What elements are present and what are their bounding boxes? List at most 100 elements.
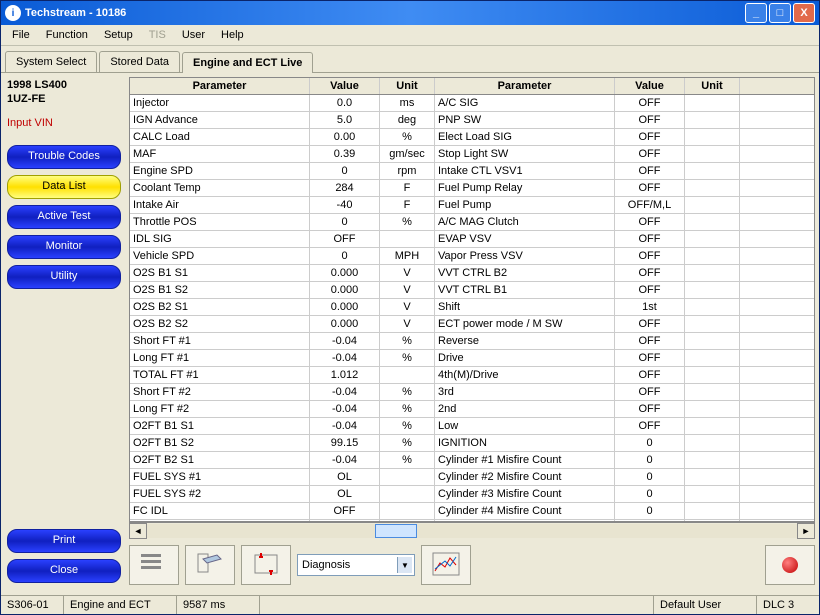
data-row[interactable]: O2FT B2 S1-0.04%Cylinder #1 Misfire Coun…	[130, 452, 814, 469]
close-button[interactable]: Close	[7, 559, 121, 583]
col-unit[interactable]: Unit	[380, 78, 435, 94]
param-unit	[380, 520, 435, 522]
param-name: FUEL SYS #1	[130, 469, 310, 485]
list-view-button[interactable]	[129, 545, 179, 585]
maximize-button[interactable]: □	[769, 3, 791, 23]
data-row[interactable]: Intake Air-40FFuel PumpOFF/M,L	[130, 197, 814, 214]
param-unit	[685, 520, 740, 522]
param-name: O2FT B2 S1	[130, 452, 310, 468]
param-unit: ms	[380, 95, 435, 111]
param-name: Fuel Pump Relay	[435, 180, 615, 196]
tab-engine-and-ect-live[interactable]: Engine and ECT Live	[182, 52, 313, 73]
horizontal-scrollbar[interactable]: ◄ ►	[129, 522, 815, 539]
data-row[interactable]: Coolant Temp284FFuel Pump RelayOFF	[130, 180, 814, 197]
param-name: Throttle POS	[130, 214, 310, 230]
param-name: Short FT #1	[130, 333, 310, 349]
data-row[interactable]: MIL StatusONCylinder #5 Misfire Count0	[130, 520, 814, 522]
window-title: Techstream - 10186	[25, 7, 745, 19]
data-row[interactable]: IDL SIGOFFEVAP VSVOFF	[130, 231, 814, 248]
param-value: OFF	[615, 367, 685, 383]
data-row[interactable]: Short FT #1-0.04%ReverseOFF	[130, 333, 814, 350]
col-parameter[interactable]: Parameter	[130, 78, 310, 94]
scroll-thumb[interactable]	[375, 524, 417, 538]
col-value-2[interactable]: Value	[615, 78, 685, 94]
tab-system-select[interactable]: System Select	[5, 51, 97, 72]
active-test-button[interactable]: Active Test	[7, 205, 121, 229]
tool-button-2[interactable]	[185, 545, 235, 585]
param-value: 5.0	[310, 112, 380, 128]
param-unit	[685, 452, 740, 468]
data-row[interactable]: O2FT B1 S1-0.04%LowOFF	[130, 418, 814, 435]
data-row[interactable]: Long FT #1-0.04%DriveOFF	[130, 350, 814, 367]
param-value: OFF	[615, 214, 685, 230]
param-unit	[685, 112, 740, 128]
param-unit	[685, 333, 740, 349]
param-value: 0.39	[310, 146, 380, 162]
utility-button[interactable]: Utility	[7, 265, 121, 289]
data-row[interactable]: FUEL SYS #2OLCylinder #3 Misfire Count0	[130, 486, 814, 503]
menu-setup[interactable]: Setup	[97, 27, 140, 43]
minimize-button[interactable]: _	[745, 3, 767, 23]
param-unit: %	[380, 401, 435, 417]
param-unit	[685, 350, 740, 366]
data-row[interactable]: IGN Advance5.0degPNP SWOFF	[130, 112, 814, 129]
scroll-track[interactable]	[147, 524, 797, 538]
menu-file[interactable]: File	[5, 27, 37, 43]
record-button[interactable]	[765, 545, 815, 585]
input-vin-link[interactable]: Input VIN	[7, 117, 119, 129]
data-row[interactable]: O2S B2 S20.000VECT power mode / M SWOFF	[130, 316, 814, 333]
data-row[interactable]: FC IDLOFFCylinder #4 Misfire Count0	[130, 503, 814, 520]
param-unit	[685, 265, 740, 281]
param-name: VVT CTRL B1	[435, 282, 615, 298]
print-button[interactable]: Print	[7, 529, 121, 553]
param-value: OFF	[615, 95, 685, 111]
col-parameter-2[interactable]: Parameter	[435, 78, 615, 94]
scroll-right-arrow[interactable]: ►	[797, 523, 815, 539]
data-row[interactable]: O2FT B1 S299.15%IGNITION0	[130, 435, 814, 452]
data-row[interactable]: Injector0.0msA/C SIGOFF	[130, 95, 814, 112]
data-row[interactable]: Engine SPD0rpmIntake CTL VSV1OFF	[130, 163, 814, 180]
param-name: Intake CTL VSV1	[435, 163, 615, 179]
param-name: Cylinder #3 Misfire Count	[435, 486, 615, 502]
data-grid[interactable]: Parameter Value Unit Parameter Value Uni…	[129, 77, 815, 522]
param-name: PNP SW	[435, 112, 615, 128]
mode-combobox[interactable]: Diagnosis ▼	[297, 554, 415, 576]
close-window-button[interactable]: X	[793, 3, 815, 23]
menu-function[interactable]: Function	[39, 27, 95, 43]
param-value: 0	[310, 248, 380, 264]
data-row[interactable]: O2S B1 S10.000VVVT CTRL B2OFF	[130, 265, 814, 282]
data-row[interactable]: Throttle POS0%A/C MAG ClutchOFF	[130, 214, 814, 231]
param-unit	[685, 282, 740, 298]
tab-stored-data[interactable]: Stored Data	[99, 51, 180, 72]
menu-help[interactable]: Help	[214, 27, 251, 43]
vehicle-engine: 1UZ-FE	[7, 93, 119, 105]
data-row[interactable]: Long FT #2-0.04%2ndOFF	[130, 401, 814, 418]
param-unit	[685, 129, 740, 145]
col-value[interactable]: Value	[310, 78, 380, 94]
status-time: 9587 ms	[177, 596, 260, 614]
param-name: Long FT #2	[130, 401, 310, 417]
trouble-codes-button[interactable]: Trouble Codes	[7, 145, 121, 169]
data-row[interactable]: FUEL SYS #1OLCylinder #2 Misfire Count0	[130, 469, 814, 486]
data-row[interactable]: CALC Load0.00%Elect Load SIGOFF	[130, 129, 814, 146]
param-unit	[380, 486, 435, 502]
monitor-button[interactable]: Monitor	[7, 235, 121, 259]
data-row[interactable]: Short FT #2-0.04%3rdOFF	[130, 384, 814, 401]
col-unit-2[interactable]: Unit	[685, 78, 740, 94]
param-value: OFF	[615, 350, 685, 366]
param-name: Elect Load SIG	[435, 129, 615, 145]
param-name: Cylinder #2 Misfire Count	[435, 469, 615, 485]
menu-user[interactable]: User	[175, 27, 212, 43]
data-row[interactable]: O2S B1 S20.000VVVT CTRL B1OFF	[130, 282, 814, 299]
param-name: MAF	[130, 146, 310, 162]
scroll-left-arrow[interactable]: ◄	[129, 523, 147, 539]
data-row[interactable]: Vehicle SPD0MPHVapor Press VSVOFF	[130, 248, 814, 265]
data-row[interactable]: MAF0.39gm/secStop Light SWOFF	[130, 146, 814, 163]
param-unit: rpm	[380, 163, 435, 179]
graph-button[interactable]	[421, 545, 471, 585]
data-row[interactable]: TOTAL FT #11.0124th(M)/DriveOFF	[130, 367, 814, 384]
data-list-button[interactable]: Data List	[7, 175, 121, 199]
param-value: 0.000	[310, 265, 380, 281]
data-row[interactable]: O2S B2 S10.000VShift1st	[130, 299, 814, 316]
range-button[interactable]	[241, 545, 291, 585]
